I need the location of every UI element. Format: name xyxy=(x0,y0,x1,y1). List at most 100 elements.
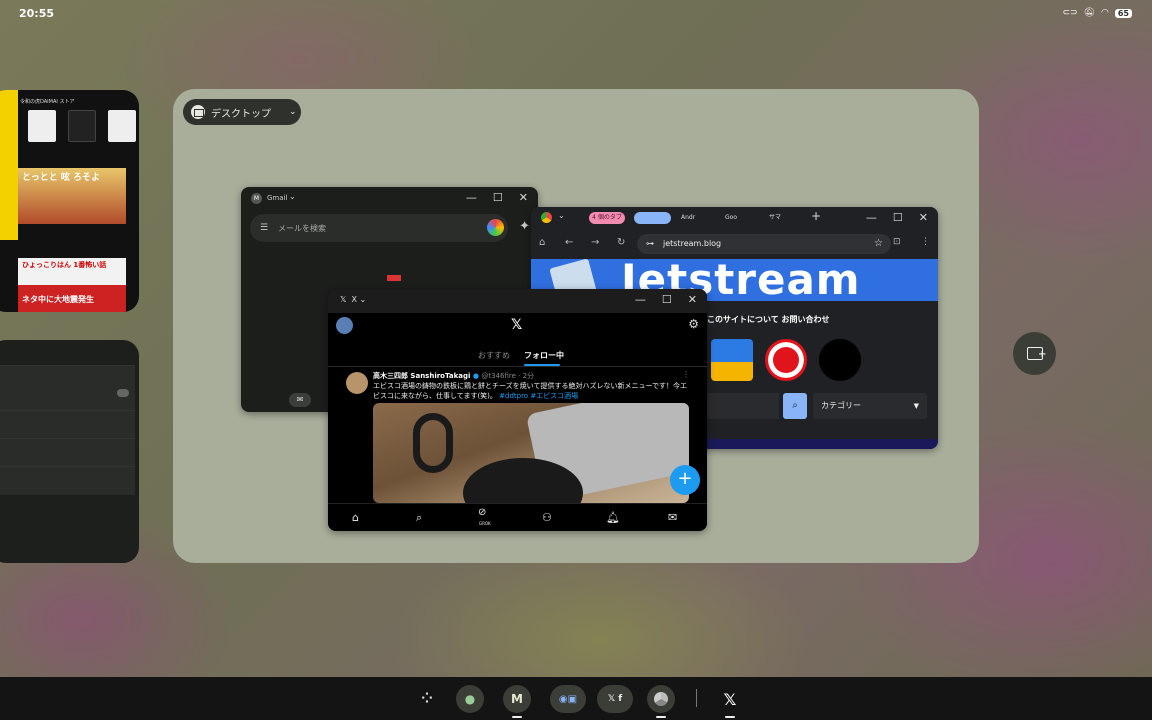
url-text: jetstream.blog xyxy=(663,239,722,248)
notifications-icon[interactable]: 🔔︎ xyxy=(606,511,620,524)
maximize-icon[interactable]: ☐ xyxy=(893,211,903,224)
grok-label: GROK xyxy=(479,521,491,526)
minimize-icon[interactable]: — xyxy=(466,191,477,204)
status-bar: 20:55 ⊂⊃ 🔕︎ ◠ 65 xyxy=(0,0,1152,28)
search-button[interactable]: ⌕ xyxy=(783,393,807,419)
site-info-icon[interactable]: ⊶ xyxy=(646,234,654,254)
tab-recommended[interactable]: おすすめ xyxy=(478,350,510,361)
toggle-switch[interactable] xyxy=(117,389,129,397)
category-label: カテゴリー xyxy=(821,401,861,410)
tab-android[interactable]: Andr xyxy=(681,211,695,225)
x-window[interactable]: 𝕏 X ⌄ — ☐ ✕ 𝕏 ⚙ おすすめ フォロー中 高木三四郎 Sanshir… xyxy=(328,289,707,531)
tab-group-chip[interactable]: 4 個のタブ xyxy=(589,212,625,224)
desktop-menu-button[interactable]: デスクトップ ⌄ xyxy=(183,99,301,125)
pan-handle-shape xyxy=(413,413,453,473)
gear-icon[interactable]: ⚙ xyxy=(688,317,699,331)
chevron-down-icon: ⌄ xyxy=(289,107,297,117)
search-placeholder: メールを検索 xyxy=(278,224,326,233)
back-icon[interactable]: ← xyxy=(565,237,573,248)
window-title-bar[interactable]: 𝕏 X ⌄ — ☐ ✕ xyxy=(328,289,707,313)
compose-post-button[interactable]: + xyxy=(670,465,700,495)
site-nav-links[interactable]: このサイトについて お問い合わせ xyxy=(707,314,830,325)
reload-icon[interactable]: ↻ xyxy=(617,237,625,248)
divider xyxy=(0,365,135,366)
app-pair-icon[interactable]: ◉▣ xyxy=(550,685,586,713)
tab-strip: ⌄ 4 個のタブ Andr Goo サマ + — ☐ ✕ xyxy=(531,207,938,229)
communities-icon[interactable]: ⚇ xyxy=(542,511,552,524)
youtube-music-icon[interactable] xyxy=(765,339,807,381)
mail-icon: ✉ xyxy=(296,395,304,404)
window-controls: — ☐ ✕ xyxy=(466,191,528,204)
status-icons: ⊂⊃ 🔕︎ ◠ 65 xyxy=(1062,8,1132,18)
divider xyxy=(0,438,135,439)
address-bar[interactable]: ⊶ jetstream.blog ☆ xyxy=(637,234,891,254)
gmail-app-icon[interactable]: M xyxy=(503,685,531,713)
tab-summary[interactable]: サマ xyxy=(769,211,781,225)
thumbnail-text: ひょっこりはん 1番怖い話 xyxy=(22,261,107,269)
more-menu-icon[interactable]: ⋮ xyxy=(921,237,930,247)
extensions-icon[interactable]: ⊡ xyxy=(893,237,901,247)
star-icon[interactable]: ☆ xyxy=(874,234,883,254)
taskbar: ⁘ ● M ◉▣ 𝕏 f 𝕏 xyxy=(0,677,1152,720)
tab-active[interactable] xyxy=(634,212,671,224)
maximize-icon[interactable]: ☐ xyxy=(662,293,672,306)
recent-app-card-youtube[interactable]: 令和の虎DAIMAI ストア とっとと 呟 ろそよ ひょっこりはん 1番怖い話 … xyxy=(0,90,139,312)
forward-icon[interactable]: → xyxy=(591,237,599,248)
recent-app-card-settings[interactable] xyxy=(0,340,139,563)
running-indicator xyxy=(512,716,522,718)
close-icon[interactable]: ✕ xyxy=(919,211,928,224)
thumbnail-text: とっとと 呟 ろそよ xyxy=(22,173,100,183)
mail-icon[interactable] xyxy=(819,339,861,381)
avatar[interactable] xyxy=(487,219,504,236)
window-controls: — ☐ ✕ xyxy=(635,293,697,306)
messages-icon[interactable]: ✉ xyxy=(668,511,677,524)
video-thumbnail[interactable]: ひょっこりはん 1番怖い話 ネタ中に大地震発生 xyxy=(18,258,126,312)
new-desktop-button[interactable] xyxy=(1013,332,1056,375)
desktop-icon xyxy=(191,105,205,119)
taskbar-divider xyxy=(696,689,697,707)
link-icon: ⊂⊃ xyxy=(1062,8,1078,18)
post-image[interactable] xyxy=(373,403,689,503)
mail-search-input[interactable]: ☰ メールを検索 xyxy=(250,214,508,242)
thumbnail-text: ネタ中に大地震発生 xyxy=(22,295,94,304)
video-thumbnail[interactable]: とっとと 呟 ろそよ xyxy=(18,168,126,224)
window-title-bar[interactable]: M Gmail ⌄ — ☐ ✕ xyxy=(241,187,538,211)
search-field[interactable] xyxy=(707,393,779,419)
home-icon[interactable]: ⌂ xyxy=(352,511,359,524)
hamburger-menu-icon[interactable]: ☰ xyxy=(260,223,268,233)
x-app-icon[interactable]: 𝕏 xyxy=(716,685,744,713)
close-icon[interactable]: ✕ xyxy=(519,191,528,204)
minimize-icon[interactable]: — xyxy=(866,211,877,224)
close-icon[interactable]: ✕ xyxy=(688,293,697,306)
more-menu-icon[interactable]: ⋮ xyxy=(682,370,690,379)
app-name: X xyxy=(351,295,358,304)
x-facebook-pair-icon[interactable]: 𝕏 f xyxy=(597,685,633,713)
avatar[interactable] xyxy=(336,317,353,334)
app-shortcut-row xyxy=(711,339,861,381)
contacts-app-icon[interactable]: ● xyxy=(456,685,484,713)
maximize-icon[interactable]: ☐ xyxy=(493,191,503,204)
home-icon[interactable]: ⌂ xyxy=(539,237,545,248)
store-title: 令和の虎DAIMAI ストア xyxy=(20,99,75,105)
gemini-sparkle-icon[interactable]: ✦ xyxy=(519,219,530,234)
tab-google[interactable]: Goo xyxy=(725,211,737,225)
search-icon[interactable]: ⌕ xyxy=(416,511,422,525)
chrome-app-icon[interactable] xyxy=(647,685,675,713)
wifi-icon: ◠ xyxy=(1101,8,1109,18)
post-hashtags[interactable]: #ddtpro #エビスコ酒場 xyxy=(499,392,578,400)
app-drawer-icon[interactable]: ⁘ xyxy=(413,685,441,713)
new-tab-icon[interactable]: + xyxy=(811,209,821,223)
chevron-down-icon[interactable]: ⌄ xyxy=(289,192,296,201)
tab-following[interactable]: フォロー中 xyxy=(524,350,564,361)
caret-down-icon: ▼ xyxy=(913,402,919,410)
mail-tab-button[interactable]: ✉ xyxy=(289,393,311,407)
post-header: 高木三四郎 SanshiroTakagi ● @t346fire · 2分 xyxy=(373,371,534,381)
chevron-down-icon[interactable]: ⌄ xyxy=(558,211,565,220)
category-select[interactable]: カテゴリー ▼ xyxy=(813,393,927,419)
post-author[interactable]: 高木三四郎 SanshiroTakagi xyxy=(373,372,470,380)
google-news-icon[interactable] xyxy=(711,339,753,381)
running-indicator xyxy=(656,716,666,718)
minimize-icon[interactable]: — xyxy=(635,293,646,306)
grok-icon[interactable]: ⊘ xyxy=(478,507,486,518)
post-avatar[interactable] xyxy=(346,372,368,394)
